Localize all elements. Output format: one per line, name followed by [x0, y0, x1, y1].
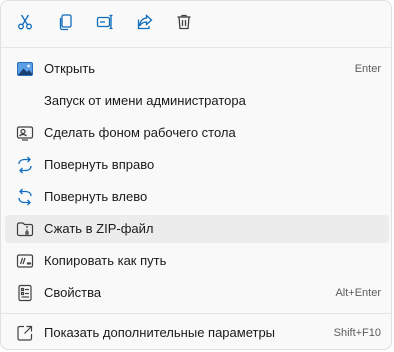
rename-icon	[96, 13, 114, 36]
menu-item-shortcut: Shift+F10	[333, 327, 381, 339]
copy-icon	[57, 13, 75, 36]
menu-item-open[interactable]: Открыть Enter	[5, 55, 389, 83]
rotate-left-icon	[16, 188, 34, 206]
rotate-right-icon	[16, 156, 34, 174]
menu-item-rotate-left[interactable]: Повернуть влево	[5, 183, 389, 211]
toolbar-divider	[1, 47, 391, 48]
delete-icon	[175, 13, 193, 36]
menu-item-label: Копировать как путь	[44, 253, 167, 268]
menu-item-compress-zip[interactable]: Сжать в ZIP-файл	[5, 215, 389, 243]
menu-item-label: Сжать в ZIP-файл	[44, 221, 154, 236]
menu-item-copy-as-path[interactable]: Копировать как путь	[5, 247, 389, 275]
menu-item-label: Сделать фоном рабочего стола	[44, 125, 236, 140]
menu-item-rotate-right[interactable]: Повернуть вправо	[5, 151, 389, 179]
context-menu: Открыть Enter Запуск от имени администра…	[0, 0, 392, 350]
menu-item-label: Открыть	[44, 61, 96, 76]
cut-button[interactable]	[8, 7, 42, 41]
share-icon	[136, 13, 154, 36]
menu-item-shortcut: Alt+Enter	[335, 287, 381, 299]
copy-button[interactable]	[49, 7, 83, 41]
menu-item-label: Повернуть вправо	[44, 157, 155, 172]
cut-icon	[16, 13, 34, 36]
menu-item-show-more-options[interactable]: Показать дополнительные параметры Shift+…	[5, 319, 389, 347]
delete-button[interactable]	[167, 7, 201, 41]
rename-button[interactable]	[88, 7, 122, 41]
menu-item-shortcut: Enter	[354, 63, 381, 75]
menu-item-label: Показать дополнительные параметры	[44, 325, 276, 340]
menu-item-run-as-admin[interactable]: Запуск от имени администратора	[5, 87, 389, 115]
menu-item-properties[interactable]: Свойства Alt+Enter	[5, 279, 389, 307]
wallpaper-icon	[16, 124, 34, 142]
menu-divider	[1, 313, 391, 314]
image-icon	[16, 60, 34, 78]
quick-actions-toolbar	[1, 1, 391, 47]
menu-item-label: Свойства	[44, 285, 102, 300]
zip-icon	[16, 220, 34, 238]
menu-item-label: Запуск от имени администратора	[44, 93, 246, 108]
menu-item-set-wallpaper[interactable]: Сделать фоном рабочего стола	[5, 119, 389, 147]
copy-path-icon	[16, 252, 34, 270]
menu-item-label: Повернуть влево	[44, 189, 148, 204]
properties-icon	[16, 284, 34, 302]
more-options-icon	[16, 324, 34, 342]
share-button[interactable]	[128, 7, 162, 41]
